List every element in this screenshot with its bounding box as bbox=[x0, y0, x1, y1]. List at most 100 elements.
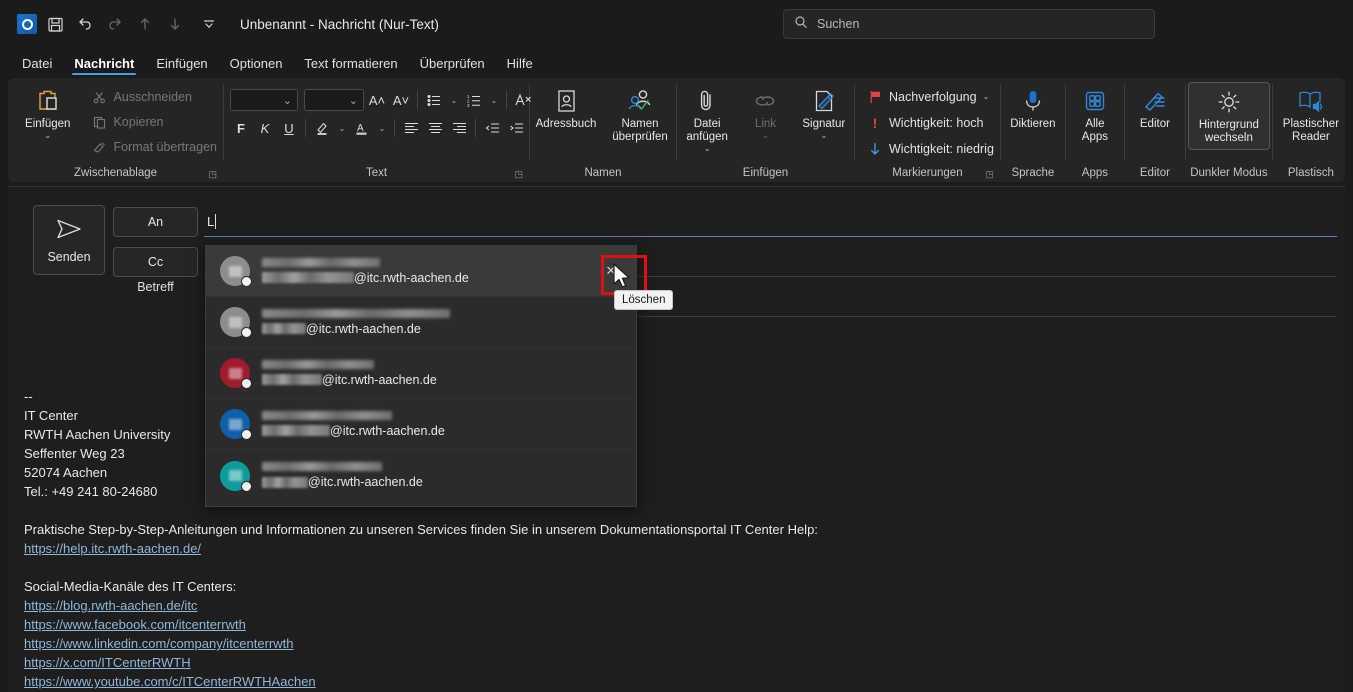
contact-name-redacted bbox=[262, 411, 392, 420]
italic-icon[interactable]: K bbox=[254, 117, 276, 139]
social-link-x[interactable]: https://x.com/ITCenterRWTH bbox=[24, 655, 191, 670]
group-label-dunkler-modus: Dunkler Modus bbox=[1190, 167, 1267, 179]
attach-file-button[interactable]: Datei anfügen ⌄ bbox=[679, 82, 735, 156]
format-painter-command: Format übertragen bbox=[87, 136, 221, 158]
scissors-icon bbox=[91, 91, 107, 104]
align-right-icon[interactable] bbox=[448, 117, 470, 139]
group-label-sprache: Sprache bbox=[1011, 167, 1054, 179]
tab-ueberpruefen[interactable]: Überprüfen bbox=[410, 54, 495, 76]
social-link-linkedin[interactable]: https://www.linkedin.com/company/itcente… bbox=[24, 636, 294, 651]
text-dialog-launcher-icon[interactable]: ◳ bbox=[514, 169, 523, 180]
search-input[interactable]: Suchen bbox=[783, 9, 1155, 39]
to-button[interactable]: An bbox=[113, 207, 198, 237]
signature-button[interactable]: Signatur ⌄ bbox=[796, 82, 852, 143]
avatar bbox=[220, 409, 250, 439]
bullets-icon[interactable] bbox=[423, 89, 445, 111]
grow-font-icon[interactable]: A˄ bbox=[366, 89, 388, 111]
decrease-indent-icon[interactable] bbox=[481, 117, 503, 139]
paste-button[interactable]: Einfügen ⌄ bbox=[18, 82, 77, 143]
increase-indent-icon[interactable] bbox=[505, 117, 527, 139]
tab-nachricht[interactable]: Nachricht bbox=[64, 54, 144, 76]
recipient-autocomplete-list[interactable]: @itc.rwth-aachen.de ✕ @itc.rwth-aachen.d… bbox=[205, 245, 637, 507]
help-portal-link[interactable]: https://help.itc.rwth-aachen.de/ bbox=[24, 541, 201, 556]
immersive-reader-button[interactable]: Plastischer Reader bbox=[1275, 82, 1345, 148]
tab-einfuegen[interactable]: Einfügen bbox=[146, 54, 217, 76]
save-icon[interactable] bbox=[40, 9, 70, 39]
title-bar: Unbenannt - Nachricht (Nur-Text) Suchen bbox=[0, 0, 1353, 48]
all-apps-button[interactable]: Alle Apps bbox=[1068, 82, 1122, 148]
highlight-icon[interactable] bbox=[311, 117, 333, 139]
group-label-markierungen: Markierungen bbox=[892, 167, 962, 179]
bullets-chevron-icon[interactable]: ⌄ bbox=[447, 89, 461, 111]
check-names-label: Namen überprüfen bbox=[612, 118, 668, 144]
chevron-down-icon[interactable]: ⌄ bbox=[983, 94, 990, 100]
editor-button[interactable]: Editor bbox=[1127, 82, 1183, 135]
toggle-background-label: Hintergrund wechseln bbox=[1199, 119, 1259, 145]
chevron-down-icon[interactable]: ⌄ bbox=[44, 133, 51, 139]
align-left-icon[interactable] bbox=[400, 117, 422, 139]
avatar bbox=[220, 461, 250, 491]
email-domain: @itc.rwth-aachen.de bbox=[308, 475, 423, 489]
group-label-apps: Apps bbox=[1082, 167, 1108, 179]
underline-icon[interactable]: U bbox=[278, 117, 300, 139]
email-alias-redacted bbox=[262, 323, 306, 334]
list-item[interactable]: @itc.rwth-aachen.de bbox=[206, 348, 636, 399]
to-field[interactable] bbox=[204, 207, 1337, 237]
tab-hilfe[interactable]: Hilfe bbox=[497, 54, 543, 76]
email-domain: @itc.rwth-aachen.de bbox=[354, 271, 469, 285]
high-importance-command[interactable]: ! Wichtigkeit: hoch bbox=[863, 112, 998, 134]
shrink-font-icon[interactable]: A˅ bbox=[390, 89, 412, 111]
social-link-facebook[interactable]: https://www.facebook.com/itcenterrwth bbox=[24, 617, 246, 632]
numbering-icon[interactable]: 1 2 3 bbox=[463, 89, 485, 111]
toggle-background-button[interactable]: Hintergrund wechseln bbox=[1188, 82, 1270, 150]
follow-up-command[interactable]: Nachverfolgung ⌄ bbox=[863, 86, 998, 108]
chevron-down-icon[interactable]: ⌄ bbox=[820, 133, 827, 139]
markings-dialog-launcher-icon[interactable]: ◳ bbox=[985, 169, 994, 180]
contact-name-redacted bbox=[262, 462, 382, 471]
social-link-blog[interactable]: https://blog.rwth-aachen.de/itc bbox=[24, 598, 197, 613]
contact-name-redacted bbox=[262, 360, 374, 369]
contact-email: @itc.rwth-aachen.de bbox=[262, 424, 628, 438]
paperclip-icon bbox=[695, 86, 719, 116]
social-link-youtube[interactable]: https://www.youtube.com/c/ITCenterRWTHAa… bbox=[24, 674, 316, 689]
social-heading: Social-Media-Kanäle des IT Centers: bbox=[24, 577, 1325, 596]
email-domain: @itc.rwth-aachen.de bbox=[306, 322, 421, 336]
help-intro-text: Praktische Step-by-Step-Anleitungen und … bbox=[24, 520, 1325, 539]
avatar bbox=[220, 307, 250, 337]
presence-indicator-icon bbox=[241, 378, 252, 389]
avatar bbox=[220, 358, 250, 388]
font-color-chevron-icon[interactable]: ⌄ bbox=[375, 117, 389, 139]
dictate-button[interactable]: Diktieren bbox=[1003, 82, 1063, 135]
bold-icon[interactable]: F bbox=[230, 117, 252, 139]
ribbon-group-markierungen: Nachverfolgung ⌄ ! Wichtigkeit: hoch bbox=[855, 78, 1000, 182]
font-name-select[interactable]: ⌄ bbox=[230, 89, 298, 111]
paste-icon bbox=[35, 86, 61, 116]
clipboard-dialog-launcher-icon[interactable]: ◳ bbox=[208, 169, 217, 180]
list-item[interactable]: @itc.rwth-aachen.de bbox=[206, 399, 636, 450]
font-color-icon[interactable]: A bbox=[351, 117, 373, 139]
font-size-select[interactable]: ⌄ bbox=[304, 89, 364, 111]
group-label-einfuegen: Einfügen bbox=[743, 167, 788, 179]
ribbon-group-zwischenablage: Einfügen ⌄ Ausschneiden bbox=[8, 78, 223, 182]
sun-icon bbox=[1216, 87, 1242, 117]
undo-icon[interactable] bbox=[70, 9, 100, 39]
list-item[interactable]: @itc.rwth-aachen.de bbox=[206, 297, 636, 348]
tab-optionen[interactable]: Optionen bbox=[220, 54, 293, 76]
highlight-chevron-icon[interactable]: ⌄ bbox=[335, 117, 349, 139]
presence-indicator-icon bbox=[241, 481, 252, 492]
send-button[interactable]: Senden bbox=[33, 205, 105, 275]
list-item[interactable]: @itc.rwth-aachen.de bbox=[206, 450, 636, 501]
check-names-button[interactable]: Namen überprüfen bbox=[606, 82, 674, 148]
tab-text-formatieren[interactable]: Text formatieren bbox=[294, 54, 407, 76]
numbering-chevron-icon[interactable]: ⌄ bbox=[487, 89, 501, 111]
chevron-down-icon[interactable]: ⌄ bbox=[704, 146, 711, 152]
low-importance-command[interactable]: Wichtigkeit: niedrig bbox=[863, 138, 998, 160]
contact-email: @itc.rwth-aachen.de bbox=[262, 271, 628, 285]
copy-label: Kopieren bbox=[113, 115, 163, 129]
previous-item-icon bbox=[130, 9, 160, 39]
customize-qat-icon[interactable] bbox=[194, 9, 224, 39]
tab-datei[interactable]: Datei bbox=[12, 54, 62, 76]
align-center-icon[interactable] bbox=[424, 117, 446, 139]
list-item[interactable]: @itc.rwth-aachen.de ✕ bbox=[206, 246, 636, 297]
address-book-button[interactable]: Adressbuch bbox=[532, 82, 600, 135]
